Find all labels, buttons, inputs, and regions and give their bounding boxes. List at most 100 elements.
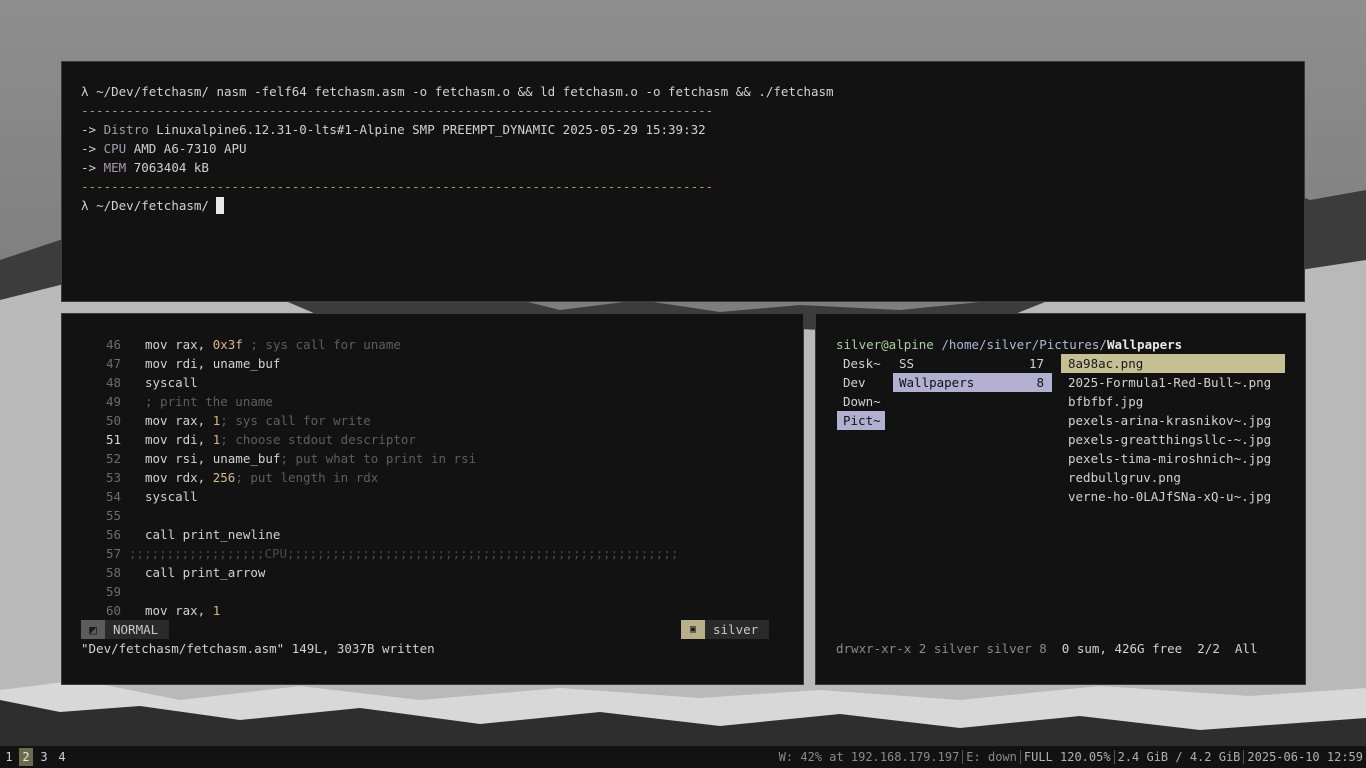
text-cursor	[216, 197, 225, 214]
editor-window[interactable]: 46 mov rax, 0x3f ; sys call for uname 47 mo…	[61, 313, 804, 685]
code-number: 0x3f	[212, 337, 243, 352]
editor-line[interactable]: 51 mov rdi, 1; choose stdout descriptor	[81, 430, 416, 449]
status-blocks: W: 42% at 192.168.179.197 E: down FULL 120…	[776, 746, 1366, 768]
editor-line[interactable]: 46 mov rax, 0x3f ; sys call for uname	[81, 335, 401, 354]
terminal-prompt-line[interactable]: λ ~/Dev/fetchasm/	[81, 196, 225, 215]
distro-line: -> Distro Linuxalpine6.12.31-0-lts#1-Alp…	[81, 120, 706, 139]
fm-file-item-selected[interactable]: 8a98ac.png	[1061, 354, 1285, 373]
filemanager-window[interactable]: silver@alpine /home/silver/Pictures/Wall…	[815, 313, 1306, 685]
fm-dir-count: 8	[1036, 375, 1044, 390]
fm-dir-item-selected[interactable]: Wallpapers 8	[893, 373, 1052, 392]
fm-dir-count: 17	[1028, 356, 1044, 371]
editor-line[interactable]: 50 mov rax, 1; sys call for write	[81, 411, 371, 430]
fm-current-dir: Wallpapers	[1106, 337, 1183, 352]
workspace-1[interactable]: 1	[2, 748, 16, 766]
code-text: mov rax,	[145, 603, 213, 618]
line-number: 46	[105, 337, 121, 352]
workspace-2-active[interactable]: 2	[19, 748, 33, 766]
ethernet-status: E: down	[962, 750, 1020, 764]
cpu-label: CPU	[103, 141, 127, 156]
wifi-status: W: 42% at 192.168.179.197	[778, 750, 960, 764]
arrow: ->	[81, 160, 97, 175]
fm-parent-item[interactable]: Desk~	[837, 354, 885, 373]
fm-status-free: 0 sum, 426G free	[1061, 641, 1183, 656]
prompt-symbol: λ	[81, 198, 89, 213]
mem-value: 7063404 kB	[133, 160, 209, 175]
fm-user-host: silver@alpine	[836, 337, 934, 352]
line-number: 53	[105, 470, 121, 485]
mode-icon: ◩	[81, 620, 105, 639]
fm-status-perms: drwxr-xr-x 2 silver silver 8	[836, 641, 1047, 656]
fm-status-line: drwxr-xr-x 2 silver silver 8 0 sum, 426G…	[836, 639, 1286, 658]
fm-dir-item[interactable]: SS 17	[893, 354, 1052, 373]
terminal-window[interactable]: λ ~/Dev/fetchasm/ nasm -felf64 fetchasm.…	[61, 61, 1305, 302]
fm-file-item[interactable]: pexels-arina-krasnikov~.jpg	[1061, 411, 1285, 430]
editor-line[interactable]: 47 mov rdi, uname_buf	[81, 354, 281, 373]
cpu-value: AMD A6-7310 APU	[133, 141, 247, 156]
code-text: mov rdx,	[145, 470, 213, 485]
code-comment: ; put length in rdx	[235, 470, 379, 485]
code-text: mov rdi, uname_buf	[145, 356, 281, 371]
fm-status-all: All	[1234, 641, 1258, 656]
line-number: 48	[105, 375, 121, 390]
code-text: mov rdi,	[145, 432, 213, 447]
code-text: mov rsi, uname_buf	[145, 451, 281, 466]
editor-line[interactable]: 57 ;;;;;;;;;;;;;;;;;;CPU;;;;;;;;;;;;;;;;;…	[81, 544, 678, 563]
fm-file-item[interactable]: redbullgruv.png	[1061, 468, 1285, 487]
line-number: 54	[105, 489, 121, 504]
distro-value: Linuxalpine6.12.31-0-lts#1-Alpine SMP PR…	[156, 122, 706, 137]
editor-user: silver	[705, 620, 769, 639]
fm-dir-name: Wallpapers	[899, 375, 975, 390]
separator-line: ----------------------------------------…	[81, 103, 714, 118]
fm-parent-label: Pict~	[843, 413, 881, 428]
line-number: 59	[105, 584, 121, 599]
mode-indicator: NORMAL	[105, 620, 169, 639]
line-number: 55	[105, 508, 121, 523]
fm-file-item[interactable]: pexels-tima-miroshnich~.jpg	[1061, 449, 1285, 468]
fm-file-item[interactable]: pexels-greatthingsllc-~.jpg	[1061, 430, 1285, 449]
fm-parent-label: Dev	[843, 375, 866, 390]
distro-label: Distro	[103, 122, 149, 137]
editor-line[interactable]: 53 mov rdx, 256; put length in rdx	[81, 468, 378, 487]
editor-line[interactable]: 55	[81, 506, 145, 525]
line-number: 47	[105, 356, 121, 371]
clock: 2025-06-10 12:59	[1243, 750, 1366, 764]
fm-file-item[interactable]: verne-ho-0LAJfSNa-xQ-u~.jpg	[1061, 487, 1285, 506]
line-number: 50	[105, 413, 121, 428]
code-comment: ; put what to print in rsi	[280, 451, 477, 466]
line-number: 51	[105, 432, 121, 447]
editor-line[interactable]: 52 mov rsi, uname_buf; put what to print …	[81, 449, 476, 468]
fm-dir-name: SS	[899, 356, 915, 371]
line-number: 49	[105, 394, 121, 409]
editor-line[interactable]: 59	[81, 582, 145, 601]
terminal-command-line: λ ~/Dev/fetchasm/ nasm -felf64 fetchasm.…	[81, 82, 834, 101]
editor-line[interactable]: 54 syscall	[81, 487, 198, 506]
editor-line[interactable]: 48 syscall	[81, 373, 198, 392]
workspace-4[interactable]: 4	[55, 748, 69, 766]
fm-parent-item[interactable]: Dev	[837, 373, 885, 392]
code-number: 256	[212, 470, 236, 485]
fm-parent-item[interactable]: Down~	[837, 392, 885, 411]
separator-line: ----------------------------------------…	[81, 179, 714, 194]
editor-line[interactable]: 49 ; print the uname	[81, 392, 273, 411]
line-number: 60	[105, 603, 121, 618]
code-number: 1	[212, 603, 221, 618]
code-text: mov rax,	[145, 337, 213, 352]
folder-icon: ▣	[681, 620, 705, 639]
code-comment: ; print the uname	[145, 394, 273, 409]
editor-line[interactable]: 60 mov rax, 1	[81, 601, 220, 620]
mem-line: -> MEM 7063404 kB	[81, 158, 209, 177]
fm-parent-item-selected[interactable]: Pict~	[837, 411, 885, 430]
memory-status: 2.4 GiB / 4.2 GiB	[1113, 750, 1244, 764]
fm-file-item[interactable]: 2025-Formula1-Red-Bull~.png	[1061, 373, 1285, 392]
fm-file-item[interactable]: bfbfbf.jpg	[1061, 392, 1285, 411]
code-comment: ; sys call for write	[220, 413, 371, 428]
fm-parent-label: Desk~	[843, 356, 881, 371]
prompt-cwd: ~/Dev/fetchasm/	[96, 198, 209, 213]
prompt-symbol: λ	[81, 84, 89, 99]
editor-line[interactable]: 56 call print_newline	[81, 525, 281, 544]
workspace-3[interactable]: 3	[37, 748, 51, 766]
line-number: 56	[105, 527, 121, 542]
editor-line[interactable]: 58 call print_arrow	[81, 563, 265, 582]
code-text: syscall	[145, 489, 198, 504]
